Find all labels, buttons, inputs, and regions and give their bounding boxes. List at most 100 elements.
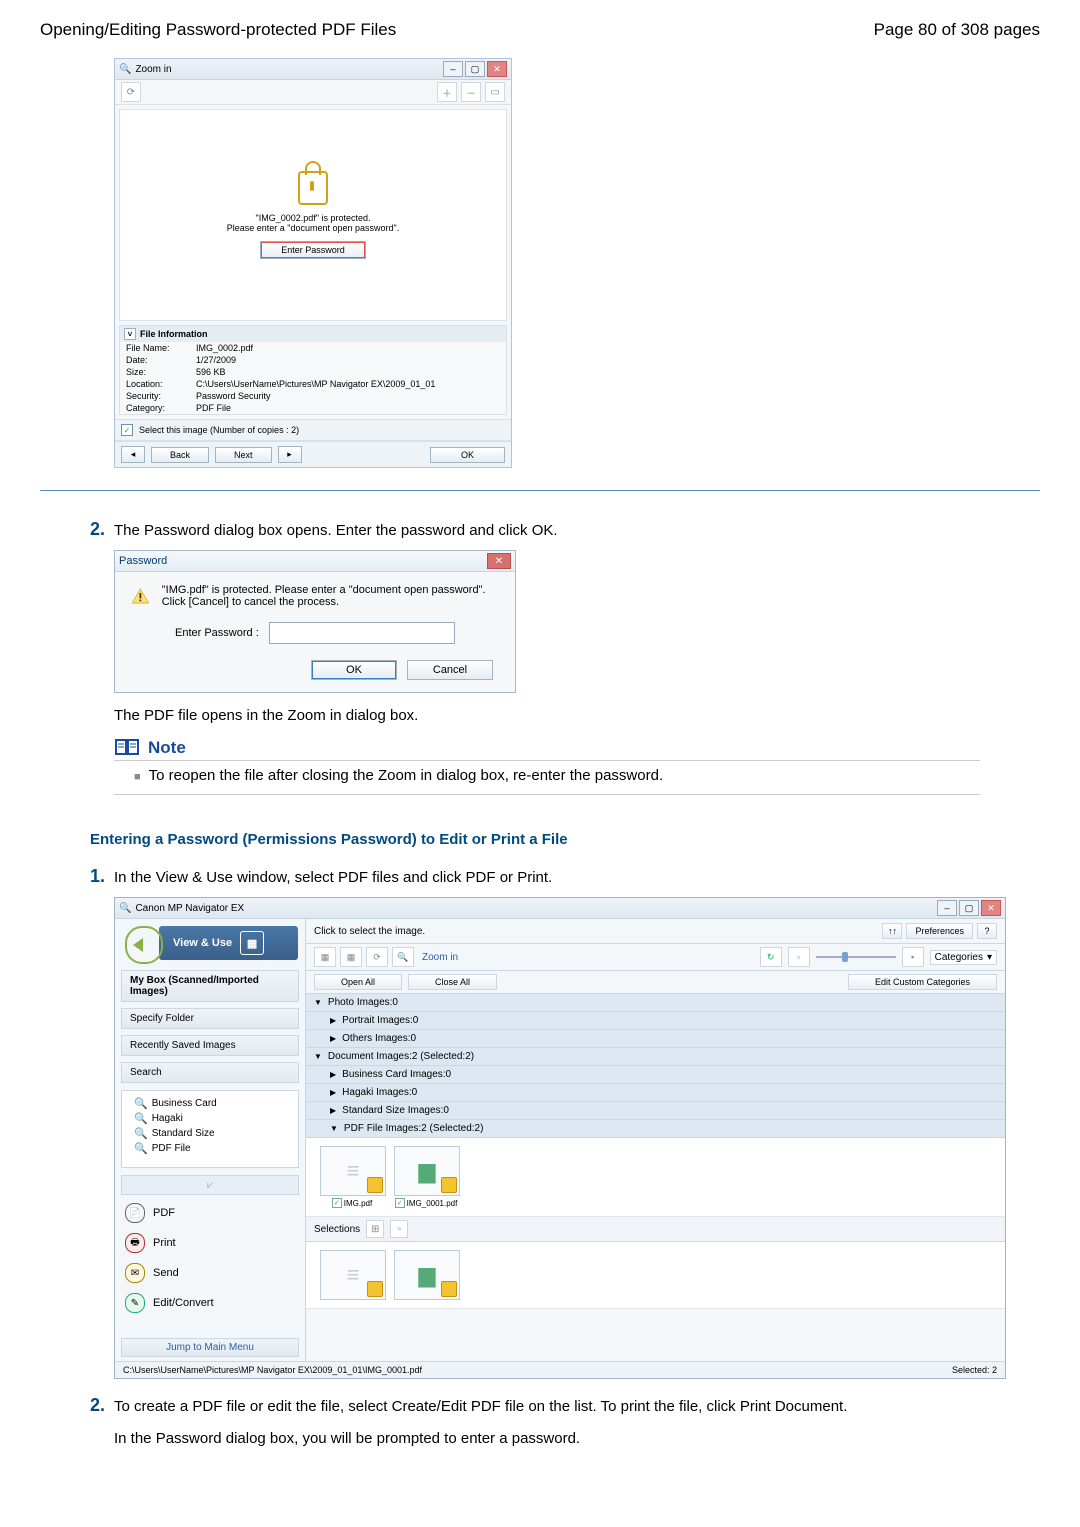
page-count: Page 80 of 308 pages — [874, 20, 1040, 40]
zoom-in-icon[interactable]: ＋ — [437, 82, 457, 102]
window-title: Canon MP Navigator EX — [135, 903, 244, 914]
titlebar: 🔍 Zoom in – ▢ ✕ — [115, 59, 511, 80]
tag-hagaki[interactable]: 🔍Hagaki — [134, 1112, 286, 1125]
refresh-icon[interactable]: ↻ — [760, 947, 782, 967]
fi-value: C:\Users\UserName\Pictures\MP Navigator … — [196, 379, 435, 389]
select-image-label: Select this image (Number of copies : 2) — [139, 425, 299, 435]
cat-pdffile[interactable]: ▼PDF File Images:2 (Selected:2) — [306, 1120, 1005, 1138]
zoom-label: Zoom in — [422, 952, 458, 963]
preview-area: "IMG_0002.pdf" is protected. Please ente… — [119, 109, 507, 321]
zoom-out-icon[interactable]: － — [461, 82, 481, 102]
edit-categories-button[interactable]: Edit Custom Categories — [848, 974, 997, 990]
zoom-icon[interactable]: 🔍 — [392, 947, 414, 967]
body-text: The PDF file opens in the Zoom in dialog… — [114, 707, 1040, 724]
remove-selection-button[interactable]: ▫ — [390, 1220, 408, 1238]
preferences-button[interactable]: Preferences — [906, 923, 973, 939]
breadcrumb: Click to select the image. — [314, 926, 425, 937]
size-large-icon[interactable]: ▪ — [902, 947, 924, 967]
step-number: 1. — [90, 866, 114, 887]
sidebar-item-search[interactable]: Search — [121, 1062, 299, 1083]
selections-label: Selections — [314, 1224, 360, 1235]
tag-business-card[interactable]: 🔍Business Card — [134, 1097, 286, 1110]
cat-std[interactable]: ▶Standard Size Images:0 — [306, 1102, 1005, 1120]
cancel-button[interactable]: Cancel — [407, 660, 493, 680]
password-input[interactable] — [269, 622, 455, 644]
protected-msg-2: Please enter a "document open password". — [227, 223, 400, 233]
tag-pdf-file[interactable]: 🔍PDF File — [134, 1142, 286, 1155]
minimize-button[interactable]: – — [443, 61, 463, 77]
minimize-button[interactable]: – — [937, 900, 957, 916]
cat-portrait[interactable]: ▶Portrait Images:0 — [306, 1012, 1005, 1030]
enter-password-button[interactable]: Enter Password — [260, 241, 366, 259]
fit-icon[interactable]: ▭ — [485, 82, 505, 102]
close-button[interactable]: ✕ — [981, 900, 1001, 916]
status-selected: Selected: 2 — [952, 1365, 997, 1375]
step-text: The Password dialog box opens. Enter the… — [114, 519, 558, 540]
fi-label: File Name: — [126, 343, 196, 353]
add-selection-button[interactable]: ⊞ — [366, 1220, 384, 1238]
fi-value: 596 KB — [196, 367, 226, 377]
close-button[interactable]: ✕ — [487, 61, 507, 77]
file-info-panel: ˅ File Information File Name:IMG_0002.pd… — [119, 325, 507, 415]
sort-button[interactable]: ↑↑ — [882, 923, 902, 939]
help-button[interactable]: ? — [977, 923, 997, 939]
lock-badge-icon — [441, 1177, 457, 1193]
sidebar-item-mybox[interactable]: My Box (Scanned/Imported Images) — [121, 970, 299, 1002]
thumb-item[interactable]: ≡ — [320, 1250, 384, 1300]
cat-bcard[interactable]: ▶Business Card Images:0 — [306, 1066, 1005, 1084]
select-image-checkbox[interactable]: ✓ — [121, 424, 133, 436]
close-button[interactable]: ✕ — [487, 553, 511, 569]
password-title: Password — [119, 555, 167, 567]
thumb-row: ≡ ✓IMG.pdf ▆ ✓IMG_0001.pdf — [306, 1138, 1005, 1217]
view-use-tab[interactable]: View & Use ▦ — [159, 926, 298, 960]
sidebar: View & Use ▦ My Box (Scanned/Imported Im… — [115, 919, 306, 1361]
sidebar-item-specify[interactable]: Specify Folder — [121, 1008, 299, 1029]
back-button[interactable]: Back — [151, 447, 209, 463]
thumb-large-icon[interactable]: ▦ — [340, 947, 362, 967]
path-field[interactable]: ⩗ — [121, 1175, 299, 1195]
thumb-small-icon[interactable]: ▦ — [314, 947, 336, 967]
jump-to-main[interactable]: Jump to Main Menu — [121, 1338, 299, 1357]
action-edit[interactable]: ✎Edit/Convert — [125, 1293, 295, 1313]
open-all-button[interactable]: Open All — [314, 974, 402, 990]
maximize-button[interactable]: ▢ — [959, 900, 979, 916]
fi-label: Category: — [126, 403, 196, 413]
thumb-size-slider[interactable] — [816, 956, 896, 958]
next-button[interactable]: Next — [215, 447, 272, 463]
action-send[interactable]: ✉Send — [125, 1263, 295, 1283]
back-icon[interactable] — [125, 926, 163, 964]
size-small-icon[interactable]: ▫ — [788, 947, 810, 967]
maximize-button[interactable]: ▢ — [465, 61, 485, 77]
tags-panel: 🔍Business Card 🔍Hagaki 🔍Standard Size 🔍P… — [121, 1090, 299, 1168]
categories-dropdown[interactable]: Categories▾ — [930, 950, 997, 965]
cat-hagaki[interactable]: ▶Hagaki Images:0 — [306, 1084, 1005, 1102]
cat-document[interactable]: ▼Document Images:2 (Selected:2) — [306, 1048, 1005, 1066]
fwd-button[interactable]: ▸ — [278, 446, 302, 463]
zoom-icon: 🔍 — [119, 64, 131, 75]
thumb-item[interactable]: ≡ ✓IMG.pdf — [320, 1146, 384, 1208]
rotate-icon[interactable]: ⟳ — [366, 947, 388, 967]
action-pdf[interactable]: 📄PDF — [125, 1203, 295, 1223]
rotate-icon[interactable]: ⟳ — [121, 82, 141, 102]
fi-value: IMG_0002.pdf — [196, 343, 253, 353]
fi-label: Location: — [126, 379, 196, 389]
action-print[interactable]: 🖶Print — [125, 1233, 295, 1253]
zoom-in-window: 🔍 Zoom in – ▢ ✕ ⟳ ＋ － ▭ "IMG_0002.pdf" i… — [114, 58, 512, 468]
ok-button[interactable]: OK — [311, 660, 397, 680]
tag-standard-size[interactable]: 🔍Standard Size — [134, 1127, 286, 1140]
selection-row: ≡ ▆ — [306, 1242, 1005, 1309]
prev-button[interactable]: ◂ — [121, 446, 145, 463]
status-path: C:\Users\UserName\Pictures\MP Navigator … — [123, 1365, 422, 1375]
ok-button[interactable]: OK — [430, 447, 505, 463]
close-all-button[interactable]: Close All — [408, 974, 497, 990]
window-title: Zoom in — [135, 64, 171, 75]
thumb-item[interactable]: ▆ — [394, 1250, 458, 1300]
lock-badge-icon — [367, 1177, 383, 1193]
collapse-icon[interactable]: ˅ — [124, 328, 136, 340]
thumb-item[interactable]: ▆ ✓IMG_0001.pdf — [394, 1146, 458, 1208]
cat-photo[interactable]: ▼Photo Images:0 — [306, 994, 1005, 1012]
cat-others[interactable]: ▶Others Images:0 — [306, 1030, 1005, 1048]
sidebar-item-recent[interactable]: Recently Saved Images — [121, 1035, 299, 1056]
step-number: 2. — [90, 519, 114, 540]
step-text: In the View & Use window, select PDF fil… — [114, 866, 552, 887]
